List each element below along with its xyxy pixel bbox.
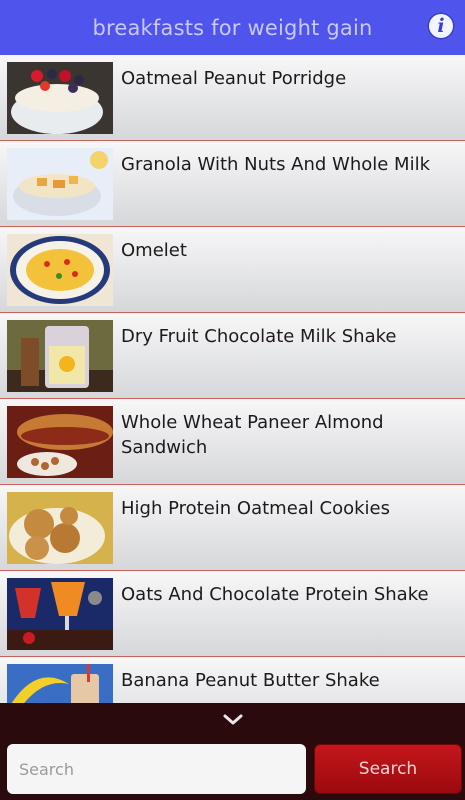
list-item[interactable]: High Protein Oatmeal Cookies bbox=[0, 485, 465, 571]
page-title: breakfasts for weight gain bbox=[92, 15, 373, 40]
list-item[interactable]: Oats And Chocolate Protein Shake bbox=[0, 571, 465, 657]
app-header: breakfasts for weight gain i bbox=[0, 0, 465, 55]
list-item[interactable]: Whole Wheat Paneer Almond Sandwich bbox=[0, 399, 465, 485]
item-title: Whole Wheat Paneer Almond Sandwich bbox=[121, 412, 384, 458]
list-item[interactable]: Oatmeal Peanut Porridge bbox=[0, 55, 465, 141]
sandwich-thumbnail bbox=[7, 406, 113, 478]
item-title: Oats And Chocolate Protein Shake bbox=[121, 584, 429, 605]
info-button[interactable]: i bbox=[427, 12, 455, 40]
info-icon: i bbox=[437, 14, 445, 37]
porridge-thumbnail bbox=[7, 62, 113, 134]
banana-shake-thumbnail bbox=[7, 664, 113, 703]
item-title: Granola With Nuts And Whole Milk bbox=[121, 154, 431, 175]
list-item[interactable]: Omelet bbox=[0, 227, 465, 313]
list-item[interactable]: Granola With Nuts And Whole Milk bbox=[0, 141, 465, 227]
cookies-thumbnail bbox=[7, 492, 113, 564]
milkshake-thumbnail bbox=[7, 320, 113, 392]
list-item[interactable]: Banana Peanut Butter Shake bbox=[0, 657, 465, 703]
item-title: Dry Fruit Chocolate Milk Shake bbox=[121, 326, 397, 347]
recipe-list[interactable]: Oatmeal Peanut Porridge Granola With Nut… bbox=[0, 55, 465, 703]
search-button[interactable]: Search bbox=[314, 744, 462, 794]
protein-shake-thumbnail bbox=[7, 578, 113, 650]
search-footer: Search bbox=[0, 703, 465, 800]
item-title: Oatmeal Peanut Porridge bbox=[121, 68, 347, 89]
search-input[interactable] bbox=[7, 744, 306, 794]
granola-thumbnail bbox=[7, 148, 113, 220]
chevron-down-icon bbox=[223, 714, 243, 725]
list-item[interactable]: Dry Fruit Chocolate Milk Shake bbox=[0, 313, 465, 399]
item-title: Omelet bbox=[121, 240, 187, 261]
omelet-thumbnail bbox=[7, 234, 113, 306]
expand-button[interactable] bbox=[215, 709, 251, 731]
item-title: Banana Peanut Butter Shake bbox=[121, 670, 380, 691]
item-title: High Protein Oatmeal Cookies bbox=[121, 498, 390, 519]
